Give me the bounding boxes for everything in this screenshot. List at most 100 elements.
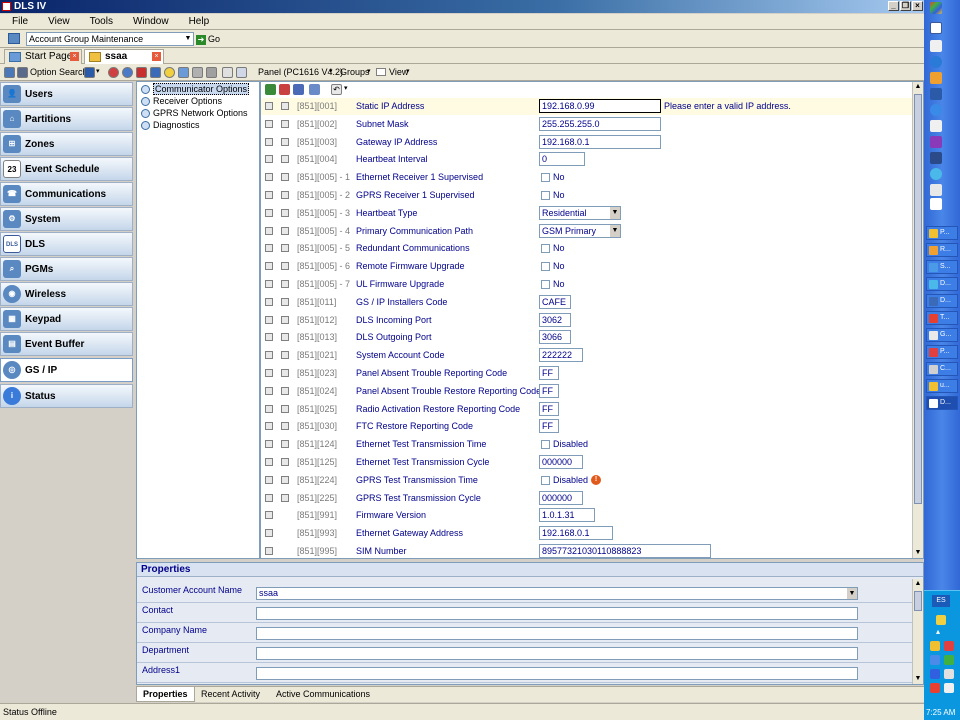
app-icon[interactable] xyxy=(930,120,942,132)
read-row-icon[interactable] xyxy=(265,494,273,502)
option-value-field[interactable]: 0 xyxy=(539,152,585,166)
read-row-icon[interactable] xyxy=(265,422,273,430)
tray-icon[interactable] xyxy=(944,655,954,665)
taskbar-item[interactable]: D... xyxy=(926,294,958,308)
write-row-icon[interactable] xyxy=(281,244,289,252)
option-value-field[interactable]: FF xyxy=(539,384,559,398)
write-row-icon[interactable] xyxy=(281,298,289,306)
sidebar-item-wireless[interactable]: ◉ Wireless xyxy=(0,282,133,306)
close-button[interactable]: × xyxy=(912,1,923,11)
taskbar-item[interactable]: T... xyxy=(926,311,958,325)
compare-icon[interactable] xyxy=(293,84,304,95)
sidebar-item-partitions[interactable]: ⌂ Partitions xyxy=(0,107,133,131)
report-icon[interactable] xyxy=(236,67,247,78)
read-row-icon[interactable] xyxy=(265,387,273,395)
home-icon[interactable] xyxy=(8,33,20,44)
go-button[interactable]: ➜ Go xyxy=(196,32,224,46)
close-tab-icon[interactable]: × xyxy=(70,52,79,61)
tray-icon[interactable] xyxy=(930,655,940,665)
scroll-down-icon[interactable]: ▼ xyxy=(913,674,923,684)
chevron-down-icon[interactable]: ▾ xyxy=(329,64,333,80)
undo-icon[interactable]: ↶ xyxy=(331,84,342,95)
option-select[interactable]: GSM Primary ▼ xyxy=(539,224,621,238)
sidebar-item-event-buffer[interactable]: ▤ Event Buffer xyxy=(0,332,133,356)
option-checkbox[interactable] xyxy=(541,440,550,449)
option-value-field[interactable]: 1.0.1.31 xyxy=(539,508,595,522)
read-row-icon[interactable] xyxy=(265,405,273,413)
contact-field[interactable] xyxy=(256,607,858,620)
chevron-down-icon[interactable]: ▼ xyxy=(847,588,857,599)
tray-icon[interactable] xyxy=(944,683,954,693)
scroll-up-icon[interactable]: ▲ xyxy=(913,82,923,92)
option-checkbox[interactable] xyxy=(541,191,550,200)
disconnect-icon[interactable] xyxy=(192,67,203,78)
menu-view[interactable]: View xyxy=(36,14,78,29)
option-value-field[interactable]: 000000 xyxy=(539,491,583,505)
write-row-icon[interactable] xyxy=(281,138,289,146)
write-row-icon[interactable] xyxy=(281,458,289,466)
taskbar-item[interactable]: G... xyxy=(926,328,958,342)
address1-field[interactable] xyxy=(256,667,858,680)
tree-item-receiver-options[interactable]: Receiver Options xyxy=(141,96,222,107)
download-icon[interactable] xyxy=(150,67,161,78)
chevron-down-icon[interactable]: ▾ xyxy=(406,64,410,80)
option-value-field[interactable]: 192.168.0.99 xyxy=(539,99,661,113)
back-icon[interactable] xyxy=(4,67,15,78)
write-row-icon[interactable] xyxy=(281,173,289,181)
sidebar-item-communications[interactable]: ☎ Communications xyxy=(0,182,133,206)
taskbar-item[interactable]: R... xyxy=(926,243,958,257)
tab-ssaa[interactable]: ssaa × xyxy=(84,49,164,64)
sidebar-item-zones[interactable]: ⊞ Zones xyxy=(0,132,133,156)
sidebar-item-event-schedule[interactable]: 23 Event Schedule xyxy=(0,157,133,181)
taskbar-item[interactable]: D... xyxy=(926,277,958,291)
hp-icon[interactable] xyxy=(930,56,942,68)
options-icon[interactable] xyxy=(206,67,217,78)
write-row-icon[interactable] xyxy=(281,120,289,128)
word-icon[interactable] xyxy=(930,88,942,100)
option-value-field[interactable]: 222222 xyxy=(539,348,583,362)
write-row-icon[interactable] xyxy=(281,387,289,395)
read-row-icon[interactable] xyxy=(265,173,273,181)
tray-icon[interactable] xyxy=(944,641,954,651)
chevron-up-icon[interactable]: ▴ xyxy=(936,627,940,636)
read-row-icon[interactable] xyxy=(265,476,273,484)
read-row-icon[interactable] xyxy=(265,227,273,235)
tray-icon[interactable] xyxy=(936,615,946,625)
tree-item-gprs-network-options[interactable]: GPRS Network Options xyxy=(141,108,248,119)
read-row-icon[interactable] xyxy=(265,333,273,341)
read-row-icon[interactable] xyxy=(265,120,273,128)
read-row-icon[interactable] xyxy=(265,316,273,324)
chevron-down-icon[interactable]: ▾ xyxy=(344,84,348,92)
read-row-icon[interactable] xyxy=(265,280,273,288)
upload-icon[interactable] xyxy=(136,67,147,78)
option-value-field[interactable]: 192.168.0.1 xyxy=(539,135,661,149)
read-row-icon[interactable] xyxy=(265,369,273,377)
write-row-icon[interactable] xyxy=(281,209,289,217)
refresh-icon[interactable] xyxy=(122,67,133,78)
option-value-field[interactable]: FF xyxy=(539,402,559,416)
grid-scrollbar[interactable]: ▲ ▼ xyxy=(912,82,923,558)
app-icon[interactable] xyxy=(930,136,942,148)
option-value-field[interactable]: 192.168.0.1 xyxy=(539,526,613,540)
dls-icon[interactable] xyxy=(930,22,942,34)
sidebar-item-system[interactable]: ⚙ System xyxy=(0,207,133,231)
sidebar-item-pgms[interactable]: ⌕ PGMs xyxy=(0,257,133,281)
chevron-down-icon[interactable]: ▼ xyxy=(183,33,193,45)
tab-start-page[interactable]: Start Page × xyxy=(4,49,82,64)
taskbar-item[interactable]: P... xyxy=(926,345,958,359)
write-row-icon[interactable] xyxy=(281,262,289,270)
option-value-field[interactable]: 3062 xyxy=(539,313,571,327)
option-value-field[interactable]: 3066 xyxy=(539,330,571,344)
app-icon[interactable] xyxy=(930,168,942,180)
read-icon[interactable] xyxy=(265,84,276,95)
restore-button[interactable]: ❐ xyxy=(900,1,911,11)
write-row-icon[interactable] xyxy=(281,369,289,377)
read-row-icon[interactable] xyxy=(265,209,273,217)
tree-item-diagnostics[interactable]: Diagnostics xyxy=(141,120,200,131)
app-icon[interactable] xyxy=(930,72,942,84)
close-tab-icon[interactable]: × xyxy=(152,52,161,61)
taskbar-item[interactable]: P... xyxy=(926,226,958,240)
tray-icon[interactable] xyxy=(944,669,954,679)
read-row-icon[interactable] xyxy=(265,458,273,466)
write-icon[interactable] xyxy=(279,84,290,95)
